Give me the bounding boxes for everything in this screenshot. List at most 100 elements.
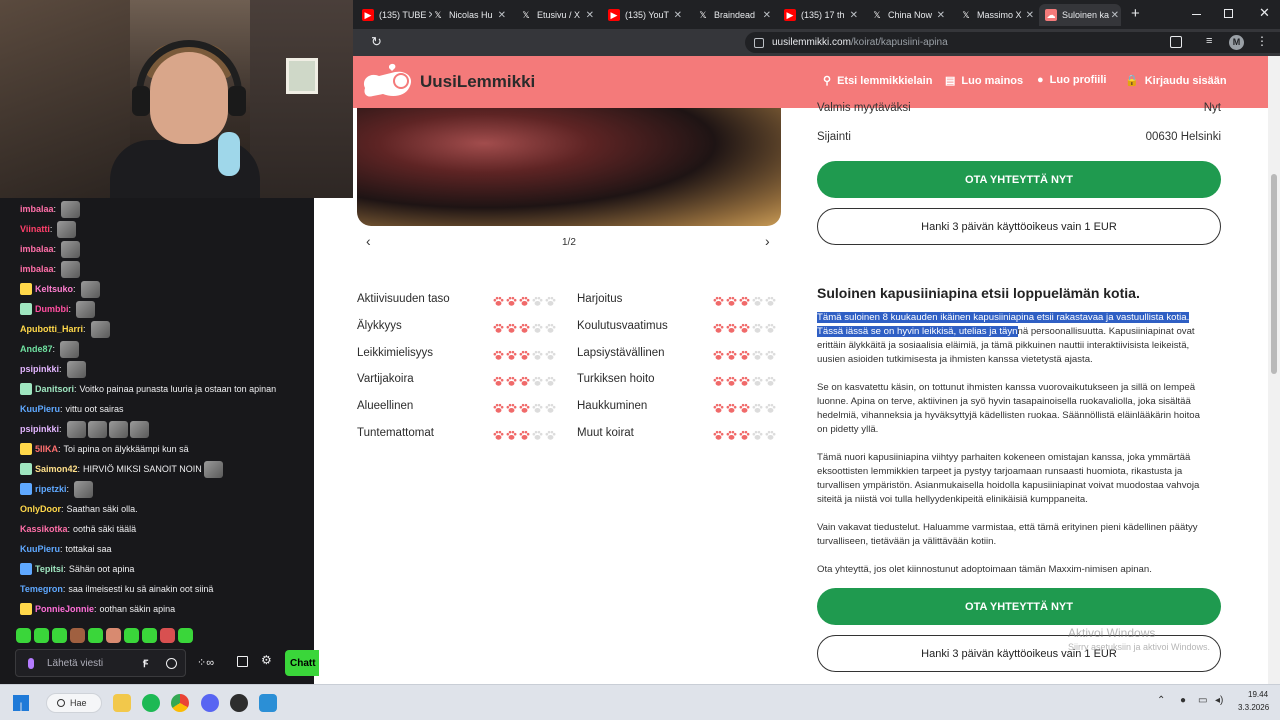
site-info-icon[interactable] xyxy=(754,37,764,48)
emote-bar[interactable] xyxy=(16,628,193,643)
file-explorer-icon[interactable] xyxy=(113,694,131,712)
close-tab-icon[interactable]: ✕ xyxy=(498,10,506,21)
logo-icon[interactable] xyxy=(359,62,417,102)
nav-document-link[interactable]: ▤ Luo mainos xyxy=(945,74,1023,88)
site-logo-text[interactable]: UusiLemmikki xyxy=(420,72,535,92)
chat-text: Toi apina on älykkäämpi kun sä xyxy=(63,444,189,454)
nav-lock-link[interactable]: 🔒 Kirjaudu sisään xyxy=(1125,74,1227,88)
chat-message: imbalaa: xyxy=(20,240,81,258)
chat-username[interactable]: KuuPieru xyxy=(20,404,60,414)
windows-taskbar: Hae ⌃ ● ▭ ◂) 19.44 3.3.2026 xyxy=(0,684,1280,720)
text-format-icon[interactable]: Ꞙ xyxy=(143,656,148,670)
chat-username[interactable]: psipinkki xyxy=(20,424,59,434)
next-photo-button[interactable]: › xyxy=(765,233,770,249)
chat-username[interactable]: Dumbbi xyxy=(35,304,69,314)
discord-icon[interactable] xyxy=(201,694,219,712)
access-offer-button-bottom[interactable]: Hanki 3 päivän käyttöoikeus vain 1 EUR xyxy=(817,635,1221,672)
trait-rating xyxy=(713,348,776,360)
chat-username[interactable]: imbalaa xyxy=(20,244,54,254)
chat-username[interactable]: Saimon42 xyxy=(35,464,78,474)
prev-photo-button[interactable]: ‹ xyxy=(366,233,371,249)
chat-message: KuuPieru: tottakai saa xyxy=(20,540,112,558)
tray-overflow-icon[interactable]: ⌃ xyxy=(1157,695,1165,706)
contact-button-top[interactable]: OTA YHTEYTTÄ NYT xyxy=(817,161,1221,198)
clock-time[interactable]: 19.44 xyxy=(1248,690,1268,699)
chat-username[interactable]: KuuPieru xyxy=(20,544,60,554)
chat-separator: : xyxy=(94,604,97,614)
scrollbar-thumb[interactable] xyxy=(1271,174,1277,374)
site-icon: ☁ xyxy=(1045,9,1057,21)
browser-tab[interactable]: 𝕏 Nicolas Hu ✕ xyxy=(426,4,508,26)
emoji-icon[interactable] xyxy=(166,657,177,669)
chat-username[interactable]: Kassikotka xyxy=(20,524,68,534)
chrome-icon[interactable] xyxy=(171,694,189,712)
close-tab-icon[interactable]: ✕ xyxy=(1111,10,1119,21)
chat-username[interactable]: imbalaa xyxy=(20,264,54,274)
close-tab-icon[interactable]: ✕ xyxy=(937,10,945,21)
chat-separator: : xyxy=(63,564,66,574)
clock-date[interactable]: 3.3.2026 xyxy=(1238,703,1269,712)
contact-button-bottom[interactable]: OTA YHTEYTTÄ NYT xyxy=(817,588,1221,625)
profile-avatar[interactable]: M xyxy=(1229,35,1244,50)
chat-send-button[interactable]: Chatt xyxy=(285,650,319,676)
chat-username[interactable]: Temegron xyxy=(20,584,63,594)
chat-username[interactable]: ripetzki xyxy=(35,484,67,494)
close-tab-icon[interactable]: ✕ xyxy=(850,10,858,21)
close-tab-icon[interactable]: ✕ xyxy=(586,10,594,21)
browser-tab[interactable]: ▶ (135) YouT ✕ xyxy=(602,4,684,26)
chat-username[interactable]: Keltsuko xyxy=(35,284,73,294)
browser-tab[interactable]: 𝕏 Massimo X ✕ xyxy=(954,4,1036,26)
mic-icon[interactable] xyxy=(28,657,34,669)
chat-username[interactable]: psipinkki xyxy=(20,364,59,374)
chat-separator: : xyxy=(67,524,71,534)
trait-label: Leikkimielisyys xyxy=(357,346,434,359)
chat-username[interactable]: Apubotti_Harri xyxy=(20,324,83,334)
url-bar[interactable]: uusilemmikki.com/koirat/kapusiini-apina … xyxy=(745,32,1280,53)
menu-kebab-icon[interactable]: ⋮ xyxy=(1256,34,1268,48)
notes-app-icon[interactable] xyxy=(259,694,277,712)
nav-user-link[interactable]: ● Luo profiili xyxy=(1037,74,1106,86)
page-scrollbar[interactable] xyxy=(1268,56,1280,684)
browser-tab[interactable]: 𝕏 Braindead ✕ xyxy=(691,4,773,26)
extensions-icon[interactable] xyxy=(1170,36,1182,48)
access-offer-button-top[interactable]: Hanki 3 päivän käyttöoikeus vain 1 EUR xyxy=(817,208,1221,245)
minimize-icon[interactable] xyxy=(1192,14,1201,15)
paw-icon xyxy=(493,401,504,413)
browser-tab[interactable]: ▶ (135) 17 th ✕ xyxy=(778,4,860,26)
network-icon[interactable]: ▭ xyxy=(1198,695,1207,706)
reading-list-icon[interactable]: ≡ xyxy=(1206,35,1212,47)
chat-emote-icon xyxy=(76,300,96,318)
maximize-icon[interactable] xyxy=(1224,9,1233,18)
close-window-icon[interactable]: ✕ xyxy=(1259,5,1270,21)
paw-icon xyxy=(493,374,504,387)
browser-tab[interactable]: 𝕏 China Now ✕ xyxy=(865,4,947,26)
chat-input[interactable]: Lähetä viesti Ꞙ xyxy=(15,649,186,677)
close-tab-icon[interactable]: ✕ xyxy=(674,10,682,21)
close-tab-icon[interactable]: ✕ xyxy=(763,10,771,21)
bits-icon[interactable]: ⁘∞ xyxy=(197,656,214,669)
chat-username[interactable]: Ande87 xyxy=(20,344,53,354)
taskbar-search[interactable]: Hae xyxy=(46,693,102,713)
volume-icon[interactable]: ◂) xyxy=(1215,695,1223,706)
chat-username[interactable]: OnlyDoor xyxy=(20,504,61,514)
spotify-icon[interactable] xyxy=(142,694,160,712)
close-tab-icon[interactable]: ✕ xyxy=(1026,10,1034,21)
windows-start-icon[interactable] xyxy=(13,695,29,711)
new-tab-icon[interactable]: + xyxy=(1131,5,1140,22)
chat-username[interactable]: PonnieJonnie xyxy=(35,604,94,614)
chat-username[interactable]: Tepitsi xyxy=(35,564,63,574)
chat-username[interactable]: 5IIKA xyxy=(35,444,58,454)
settings-icon[interactable]: ⚙ xyxy=(261,653,272,667)
browser-tab[interactable]: ☁ Suloinen ka ✕ xyxy=(1039,4,1121,26)
reload-icon[interactable]: ↻ xyxy=(371,34,382,50)
chat-username[interactable]: imbalaa xyxy=(20,204,54,214)
obs-icon[interactable] xyxy=(230,694,248,712)
paw-icon xyxy=(506,401,517,413)
browser-tab[interactable]: 𝕏 Etusivu / X ✕ xyxy=(514,4,596,26)
store-icon[interactable] xyxy=(237,656,248,667)
paw-icon xyxy=(519,294,530,306)
chat-username[interactable]: Viinatti xyxy=(20,224,50,234)
nav-search-link[interactable]: ⚲ Etsi lemmikkielain xyxy=(823,74,932,88)
microphone-icon[interactable]: ● xyxy=(1180,695,1186,706)
chat-username[interactable]: Danitsori xyxy=(35,384,74,394)
